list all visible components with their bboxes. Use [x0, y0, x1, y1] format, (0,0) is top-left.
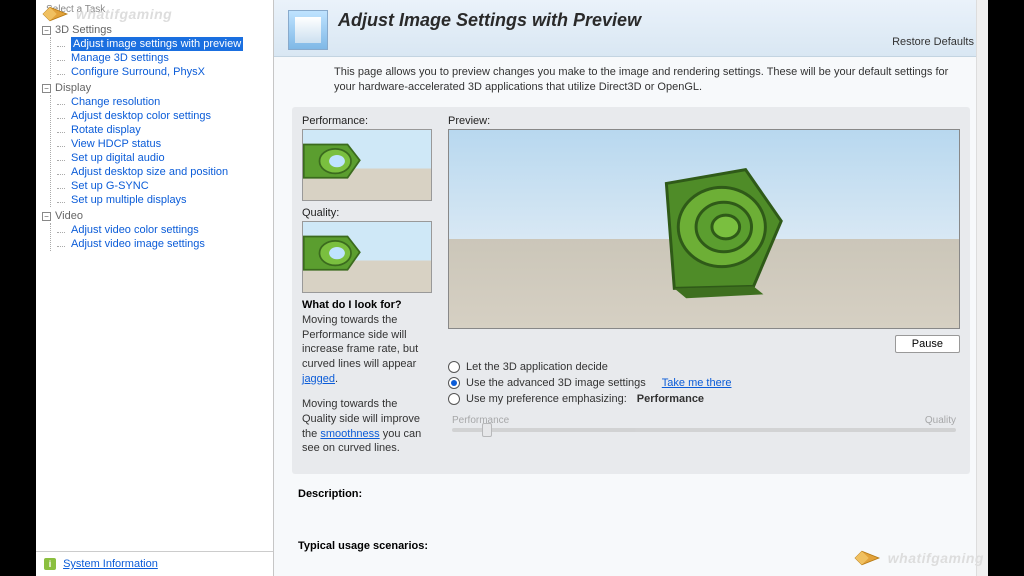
- tree-link[interactable]: Change resolution: [71, 96, 160, 108]
- tree-group-text: Video: [55, 210, 83, 222]
- tree-item[interactable]: Adjust image settings with preview: [65, 37, 269, 51]
- sidebar: Select a Task −3D SettingsAdjust image s…: [36, 0, 274, 576]
- slider-track: [452, 428, 956, 432]
- nvidia-logo-3d: [449, 130, 959, 328]
- intro-text: This page allows you to preview changes …: [274, 57, 988, 103]
- sidebar-footer: i System Information: [36, 551, 273, 576]
- nvidia-logo-icon: [302, 134, 365, 190]
- tree-item[interactable]: Set up digital audio: [65, 151, 269, 165]
- performance-label: Performance:: [302, 115, 434, 127]
- tree-item[interactable]: Configure Surround, PhysX: [65, 65, 269, 79]
- page-header: Adjust Image Settings with Preview Resto…: [274, 0, 988, 57]
- tree-link[interactable]: Manage 3D settings: [71, 52, 169, 64]
- slider-thumb: [482, 423, 492, 437]
- watermark-icon: [850, 546, 884, 570]
- tree-link[interactable]: Set up digital audio: [71, 152, 165, 164]
- radio-icon[interactable]: [448, 377, 460, 389]
- tree-link[interactable]: Set up G-SYNC: [71, 180, 149, 192]
- watermark-icon: [38, 2, 72, 26]
- jagged-link[interactable]: jagged: [302, 373, 335, 385]
- tree-item[interactable]: Rotate display: [65, 123, 269, 137]
- help-text-span: Moving towards the Performance side will…: [302, 314, 418, 371]
- help-text-span: .: [335, 373, 338, 385]
- radio-icon[interactable]: [448, 361, 460, 373]
- tree-link[interactable]: Adjust desktop size and position: [71, 166, 228, 178]
- radio-option-preference[interactable]: Use my preference emphasizing: Performan…: [448, 391, 960, 407]
- smoothness-link[interactable]: smoothness: [320, 428, 379, 440]
- watermark-text: whatifgaming: [888, 550, 984, 566]
- tree-item[interactable]: Adjust video color settings: [65, 223, 269, 237]
- quality-slider: Performance Quality: [452, 415, 956, 432]
- radio-label: Use my preference emphasizing:: [466, 393, 627, 405]
- tree-group-label[interactable]: −Display: [42, 81, 269, 95]
- tree-link[interactable]: View HDCP status: [71, 138, 161, 150]
- slider-label-left: Performance: [452, 415, 509, 426]
- help-paragraph-1: Moving towards the Performance side will…: [302, 313, 434, 387]
- settings-panel: Performance: Quality:: [292, 107, 970, 475]
- tree-group-text: Display: [55, 82, 91, 94]
- take-me-there-link[interactable]: Take me there: [662, 377, 732, 389]
- help-title: What do I look for?: [302, 299, 434, 311]
- tree-item[interactable]: Set up G-SYNC: [65, 179, 269, 193]
- tree-item[interactable]: View HDCP status: [65, 137, 269, 151]
- tree-link[interactable]: Adjust image settings with preview: [71, 37, 243, 51]
- tree-item[interactable]: Manage 3D settings: [65, 51, 269, 65]
- watermark-top: whatifgaming: [38, 2, 172, 26]
- tree-link[interactable]: Adjust video color settings: [71, 224, 199, 236]
- quality-thumbnail: [302, 221, 432, 293]
- tree-link[interactable]: Set up multiple displays: [71, 194, 187, 206]
- pause-button[interactable]: Pause: [895, 335, 960, 353]
- tree-item[interactable]: Adjust desktop color settings: [65, 109, 269, 123]
- tree-collapse-icon[interactable]: −: [42, 84, 51, 93]
- tree-link[interactable]: Rotate display: [71, 124, 141, 136]
- nav-tree: −3D SettingsAdjust image settings with p…: [36, 17, 273, 551]
- help-paragraph-2: Moving towards the Quality side will imp…: [302, 397, 434, 456]
- page-title: Adjust Image Settings with Preview: [338, 10, 892, 31]
- preview-label: Preview:: [448, 115, 960, 127]
- description-label: Description:: [298, 488, 970, 500]
- quality-label: Quality:: [302, 207, 434, 219]
- performance-thumbnail: [302, 129, 432, 201]
- radio-icon[interactable]: [448, 393, 460, 405]
- header-icon: [288, 10, 328, 50]
- preview-viewport: [448, 129, 960, 329]
- scrollbar[interactable]: [976, 0, 988, 576]
- watermark-text: whatifgaming: [76, 6, 172, 22]
- radio-label: Let the 3D application decide: [466, 361, 608, 373]
- tree-link[interactable]: Configure Surround, PhysX: [71, 66, 205, 78]
- tree-item[interactable]: Adjust desktop size and position: [65, 165, 269, 179]
- emphasis-value: Performance: [637, 393, 704, 405]
- radio-option-advanced[interactable]: Use the advanced 3D image settings Take …: [448, 375, 960, 391]
- tree-group-label[interactable]: −Video: [42, 209, 269, 223]
- main-content: Adjust Image Settings with Preview Resto…: [274, 0, 988, 576]
- restore-defaults-link[interactable]: Restore Defaults: [892, 36, 974, 50]
- system-information-link[interactable]: System Information: [63, 558, 158, 570]
- radio-label: Use the advanced 3D image settings: [466, 377, 646, 389]
- slider-label-right: Quality: [925, 415, 956, 426]
- tree-link[interactable]: Adjust desktop color settings: [71, 110, 211, 122]
- radio-option-app-decide[interactable]: Let the 3D application decide: [448, 359, 960, 375]
- tree-collapse-icon[interactable]: −: [42, 26, 51, 35]
- tree-item[interactable]: Change resolution: [65, 95, 269, 109]
- info-icon: i: [44, 558, 56, 570]
- watermark-bottom: whatifgaming: [850, 546, 984, 570]
- tree-item[interactable]: Set up multiple displays: [65, 193, 269, 207]
- nvidia-logo-icon: [302, 226, 365, 282]
- tree-collapse-icon[interactable]: −: [42, 212, 51, 221]
- tree-link[interactable]: Adjust video image settings: [71, 238, 205, 250]
- tree-item[interactable]: Adjust video image settings: [65, 237, 269, 251]
